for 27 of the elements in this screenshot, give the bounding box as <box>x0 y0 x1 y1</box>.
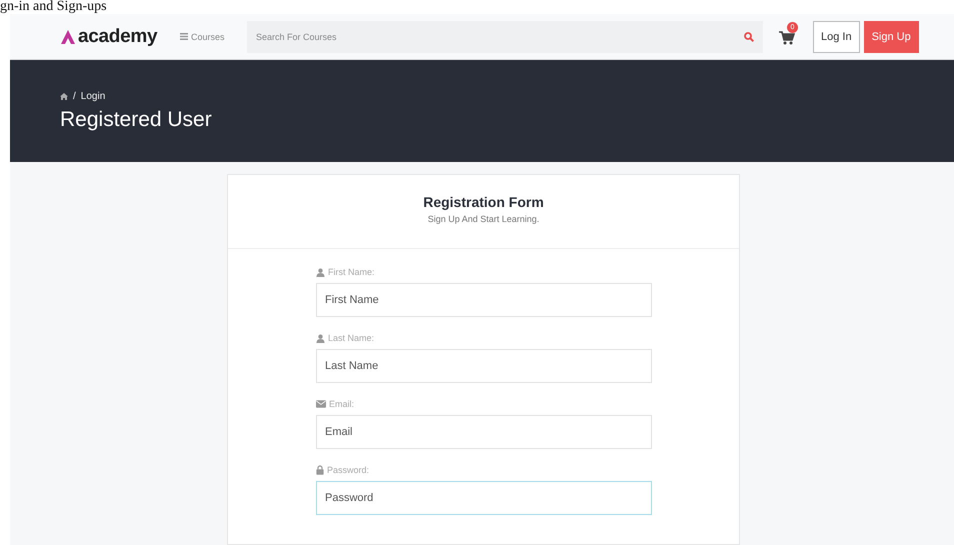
search-field[interactable]: Search For Courses <box>247 20 763 52</box>
person-icon <box>316 268 325 276</box>
page-caption: gn-in and Sign-ups <box>0 0 107 14</box>
field-label: Password: <box>327 465 370 475</box>
field-label: First Name: <box>328 267 375 277</box>
breadcrumb-link[interactable]: Login <box>80 91 106 102</box>
cart-icon[interactable] <box>779 30 795 44</box>
breadcrumb-separator: / <box>73 91 76 102</box>
form-subtitle: Sign Up And Start Learning. <box>428 214 540 224</box>
person-icon <box>316 334 325 342</box>
lock-icon <box>316 465 324 475</box>
input-field[interactable]: Password <box>316 481 652 515</box>
field-label: Last Name: <box>328 333 374 343</box>
envelope-icon <box>316 400 326 408</box>
page-title: Registered User <box>60 108 213 132</box>
menu-icon[interactable] <box>180 33 188 40</box>
input-field[interactable]: Email <box>316 415 652 449</box>
logo-text: academy <box>78 26 158 48</box>
home-icon[interactable] <box>60 93 68 100</box>
field-label: Email: <box>329 399 354 409</box>
form-title: Registration Form <box>423 194 544 210</box>
input-field[interactable]: First Name <box>316 283 652 317</box>
search-icon[interactable] <box>744 32 754 42</box>
input-field[interactable]: Last Name <box>316 349 652 383</box>
logo-icon <box>60 28 76 44</box>
log-in-button[interactable]: Log In <box>813 20 860 52</box>
sign-up-button[interactable]: Sign Up <box>864 20 919 52</box>
